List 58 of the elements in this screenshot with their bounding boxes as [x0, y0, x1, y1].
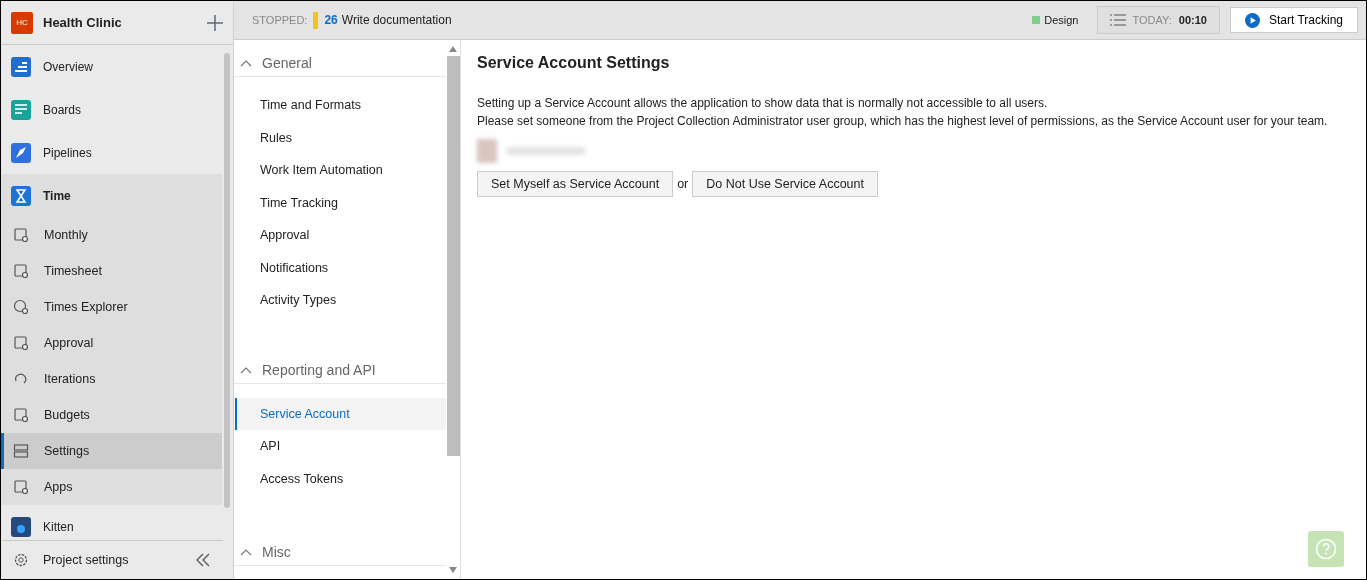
status-marker: [313, 11, 319, 29]
sidebar-item[interactable]: Settings: [1, 433, 222, 469]
settings-nav-item[interactable]: API: [235, 430, 446, 463]
set-service-account-button[interactable]: Set Myself as Service Account: [477, 171, 674, 197]
sidebar-item[interactable]: Monthly: [1, 217, 222, 253]
settings-nav-item[interactable]: Time Tracking: [235, 186, 446, 219]
scroll-down-icon[interactable]: [449, 567, 457, 573]
sidebar-item[interactable]: Timesheet: [1, 253, 222, 289]
activity-label: Design: [1044, 14, 1079, 26]
sidebar-item[interactable]: Time: [1, 174, 222, 217]
task-number[interactable]: 26: [324, 13, 338, 27]
question-icon: [1315, 538, 1337, 560]
settings-nav-item[interactable]: Work Item Automation: [235, 154, 446, 187]
hourglass-icon: [10, 184, 32, 207]
panel-icon: [13, 443, 29, 459]
status-label: STOPPED:: [252, 14, 308, 26]
settings-nav-item[interactable]: Service Account: [235, 397, 446, 430]
project-settings-link[interactable]: Project settings: [43, 553, 195, 567]
sidebar-item[interactable]: Overview: [1, 45, 222, 88]
gear-icon: [13, 552, 29, 568]
settings-nav-item[interactable]: Approval: [235, 219, 446, 252]
chevron-icon: [240, 365, 252, 374]
scrollbar-thumb[interactable]: [446, 56, 460, 456]
add-icon[interactable]: [207, 14, 223, 31]
description-text: Setting up a Service Account allows the application to show data that is normally not accessible to all users.: [477, 96, 1049, 111]
settings-nav-item[interactable]: Rules: [235, 121, 446, 154]
chevron-icon: [240, 548, 252, 556]
scroll-up-icon[interactable]: [449, 46, 457, 52]
or-label: or: [677, 177, 689, 191]
sidebar-item[interactable]: Approval: [1, 325, 222, 361]
today-panel[interactable]: TODAY: 00:10: [1096, 6, 1220, 34]
settings-nav-item[interactable]: Activity Types: [235, 284, 446, 317]
settings-nav-item[interactable]: Access Tokens: [235, 462, 446, 495]
board-icon: [10, 98, 32, 121]
sidebar-item[interactable]: Kitten: [1, 505, 222, 540]
collapse-icon[interactable]: [195, 553, 211, 567]
sidebar-item[interactable]: Pipelines: [1, 131, 222, 174]
chevron-icon: [240, 59, 252, 67]
task-title[interactable]: Write documentation: [341, 13, 452, 27]
org-name: Health Clinic: [43, 15, 123, 30]
sidebar-item[interactable]: Times Explorer: [1, 289, 222, 325]
sidebar-item[interactable]: Budgets: [1, 397, 222, 433]
settings-nav-item[interactable]: Time and Formats: [235, 89, 446, 122]
sidebar-item[interactable]: Apps: [1, 469, 222, 505]
chart-icon: [10, 55, 32, 78]
settings-nav-item[interactable]: Notifications: [235, 251, 446, 284]
skip-service-account-button[interactable]: Do Not Use Service Account: [692, 171, 878, 197]
blurred-avatar: [477, 139, 497, 163]
page-title: Service Account Settings: [477, 54, 671, 72]
clock-icon: [13, 299, 29, 315]
scrollbar-thumb[interactable]: [224, 53, 230, 508]
description-text: Please set someone from the Project Collection Administrator user group, which has the highest level of permissions, as the Service Account user for your team.: [477, 114, 1329, 129]
play-icon: [1244, 12, 1260, 28]
org-avatar: HC: [11, 11, 33, 34]
sidebar-item[interactable]: Iterations: [1, 361, 222, 397]
list-icon: [1109, 14, 1126, 26]
start-tracking-button[interactable]: Start Tracking: [1229, 7, 1358, 33]
sidebar-item[interactable]: Boards: [1, 88, 222, 131]
